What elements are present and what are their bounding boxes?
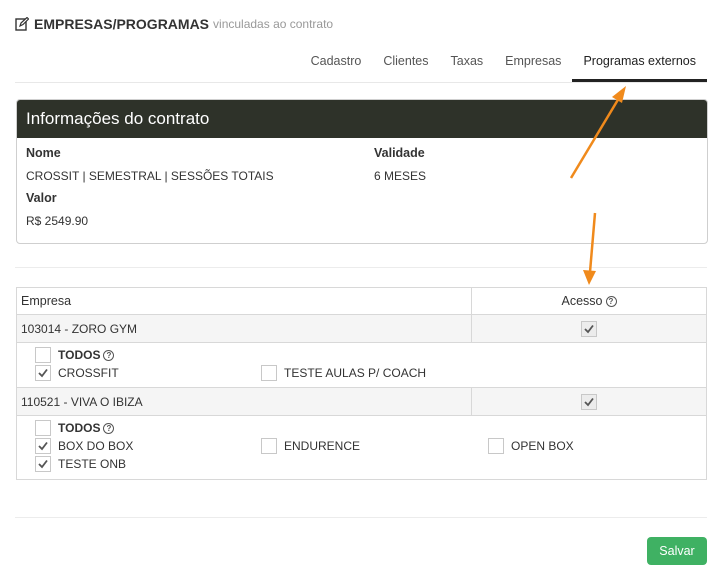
name-value: CROSSIT | SEMESTRAL | SESSÕES TOTAIS	[26, 169, 274, 183]
tab-taxas[interactable]: Taxas	[440, 46, 495, 82]
tab-cadastro[interactable]: Cadastro	[300, 46, 373, 82]
program-label: TESTE ONB	[58, 457, 127, 471]
validity-value: 6 MESES	[374, 169, 427, 183]
company-name: 110521 - VIVA O IBIZA	[17, 388, 472, 415]
program-label: OPEN BOX	[511, 439, 574, 453]
program-checkbox[interactable]	[35, 456, 51, 472]
edit-icon	[15, 17, 29, 31]
program-label: BOX DO BOX	[58, 439, 134, 453]
check-icon	[38, 368, 48, 378]
check-icon	[584, 397, 594, 406]
check-icon	[38, 459, 48, 469]
validity-label: Validade	[374, 146, 425, 160]
program-checkbox[interactable]	[261, 438, 277, 454]
company-programs-row: TODOS ? BOX DO BOX ENDURENCE OPEN BOX TE…	[17, 416, 706, 479]
program-checkbox[interactable]	[488, 438, 504, 454]
help-icon[interactable]: ?	[103, 349, 115, 361]
tabs-divider	[15, 82, 707, 83]
col-acesso-label: Acesso	[561, 294, 603, 308]
todos-label: TODOS	[58, 348, 101, 362]
todos-checkbox[interactable]	[35, 420, 51, 436]
tab-programas-externos[interactable]: Programas externos	[572, 46, 707, 82]
footer-divider	[15, 517, 707, 518]
access-cell	[472, 388, 706, 415]
todos-option[interactable]: TODOS ?	[35, 420, 115, 436]
help-icon[interactable]: ?	[605, 295, 617, 307]
program-label: ENDURENCE	[284, 439, 361, 453]
access-checkbox[interactable]	[581, 320, 597, 337]
program-checkbox[interactable]	[261, 365, 277, 381]
page-subtitle: vinculadas ao contrato	[213, 17, 334, 31]
help-icon[interactable]: ?	[103, 422, 115, 434]
program-option[interactable]: BOX DO BOX	[35, 438, 133, 454]
program-label: TESTE AULAS P/ COACH	[284, 366, 427, 380]
companies-table: Empresa Acesso ? 103014 - ZORO GYM TODOS…	[16, 287, 707, 480]
company-name: 103014 - ZORO GYM	[17, 315, 472, 342]
todos-option[interactable]: TODOS ?	[35, 347, 115, 363]
save-button[interactable]: Salvar	[647, 537, 707, 565]
panel-title: Informações do contrato	[17, 100, 707, 138]
program-checkbox[interactable]	[35, 438, 51, 454]
access-checkbox[interactable]	[581, 393, 597, 410]
check-icon	[38, 441, 48, 451]
table-row: 110521 - VIVA O IBIZA	[17, 388, 706, 416]
program-option[interactable]: CROSSFIT	[35, 365, 119, 381]
page-title: EMPRESAS/PROGRAMAS	[34, 16, 210, 32]
section-divider	[15, 267, 707, 268]
table-header-row: Empresa Acesso ?	[17, 288, 706, 315]
program-option[interactable]: TESTE AULAS P/ COACH	[261, 365, 426, 381]
program-label: CROSSFIT	[58, 366, 119, 380]
program-option[interactable]: OPEN BOX	[488, 438, 574, 454]
todos-label: TODOS	[58, 421, 101, 435]
contract-info-panel: Informações do contrato Nome CROSSIT | S…	[16, 99, 708, 244]
value-label: Valor	[26, 191, 57, 205]
col-empresa-header: Empresa	[17, 288, 472, 314]
col-acesso-header: Acesso ?	[472, 288, 706, 314]
program-option[interactable]: ENDURENCE	[261, 438, 360, 454]
name-label: Nome	[26, 146, 61, 160]
value-value: R$ 2549.90	[26, 214, 89, 228]
tab-clientes[interactable]: Clientes	[372, 46, 439, 82]
tab-empresas[interactable]: Empresas	[494, 46, 572, 82]
tab-bar: Cadastro Clientes Taxas Empresas Program…	[300, 46, 707, 82]
table-row: 103014 - ZORO GYM	[17, 315, 706, 343]
program-option[interactable]: TESTE ONB	[35, 456, 126, 472]
page-header: EMPRESAS/PROGRAMAS vinculadas ao contrat…	[15, 14, 333, 34]
check-icon	[584, 324, 594, 333]
todos-checkbox[interactable]	[35, 347, 51, 363]
access-cell	[472, 315, 706, 342]
program-checkbox[interactable]	[35, 365, 51, 381]
company-programs-row: TODOS ? CROSSFIT TESTE AULAS P/ COACH	[17, 343, 706, 388]
